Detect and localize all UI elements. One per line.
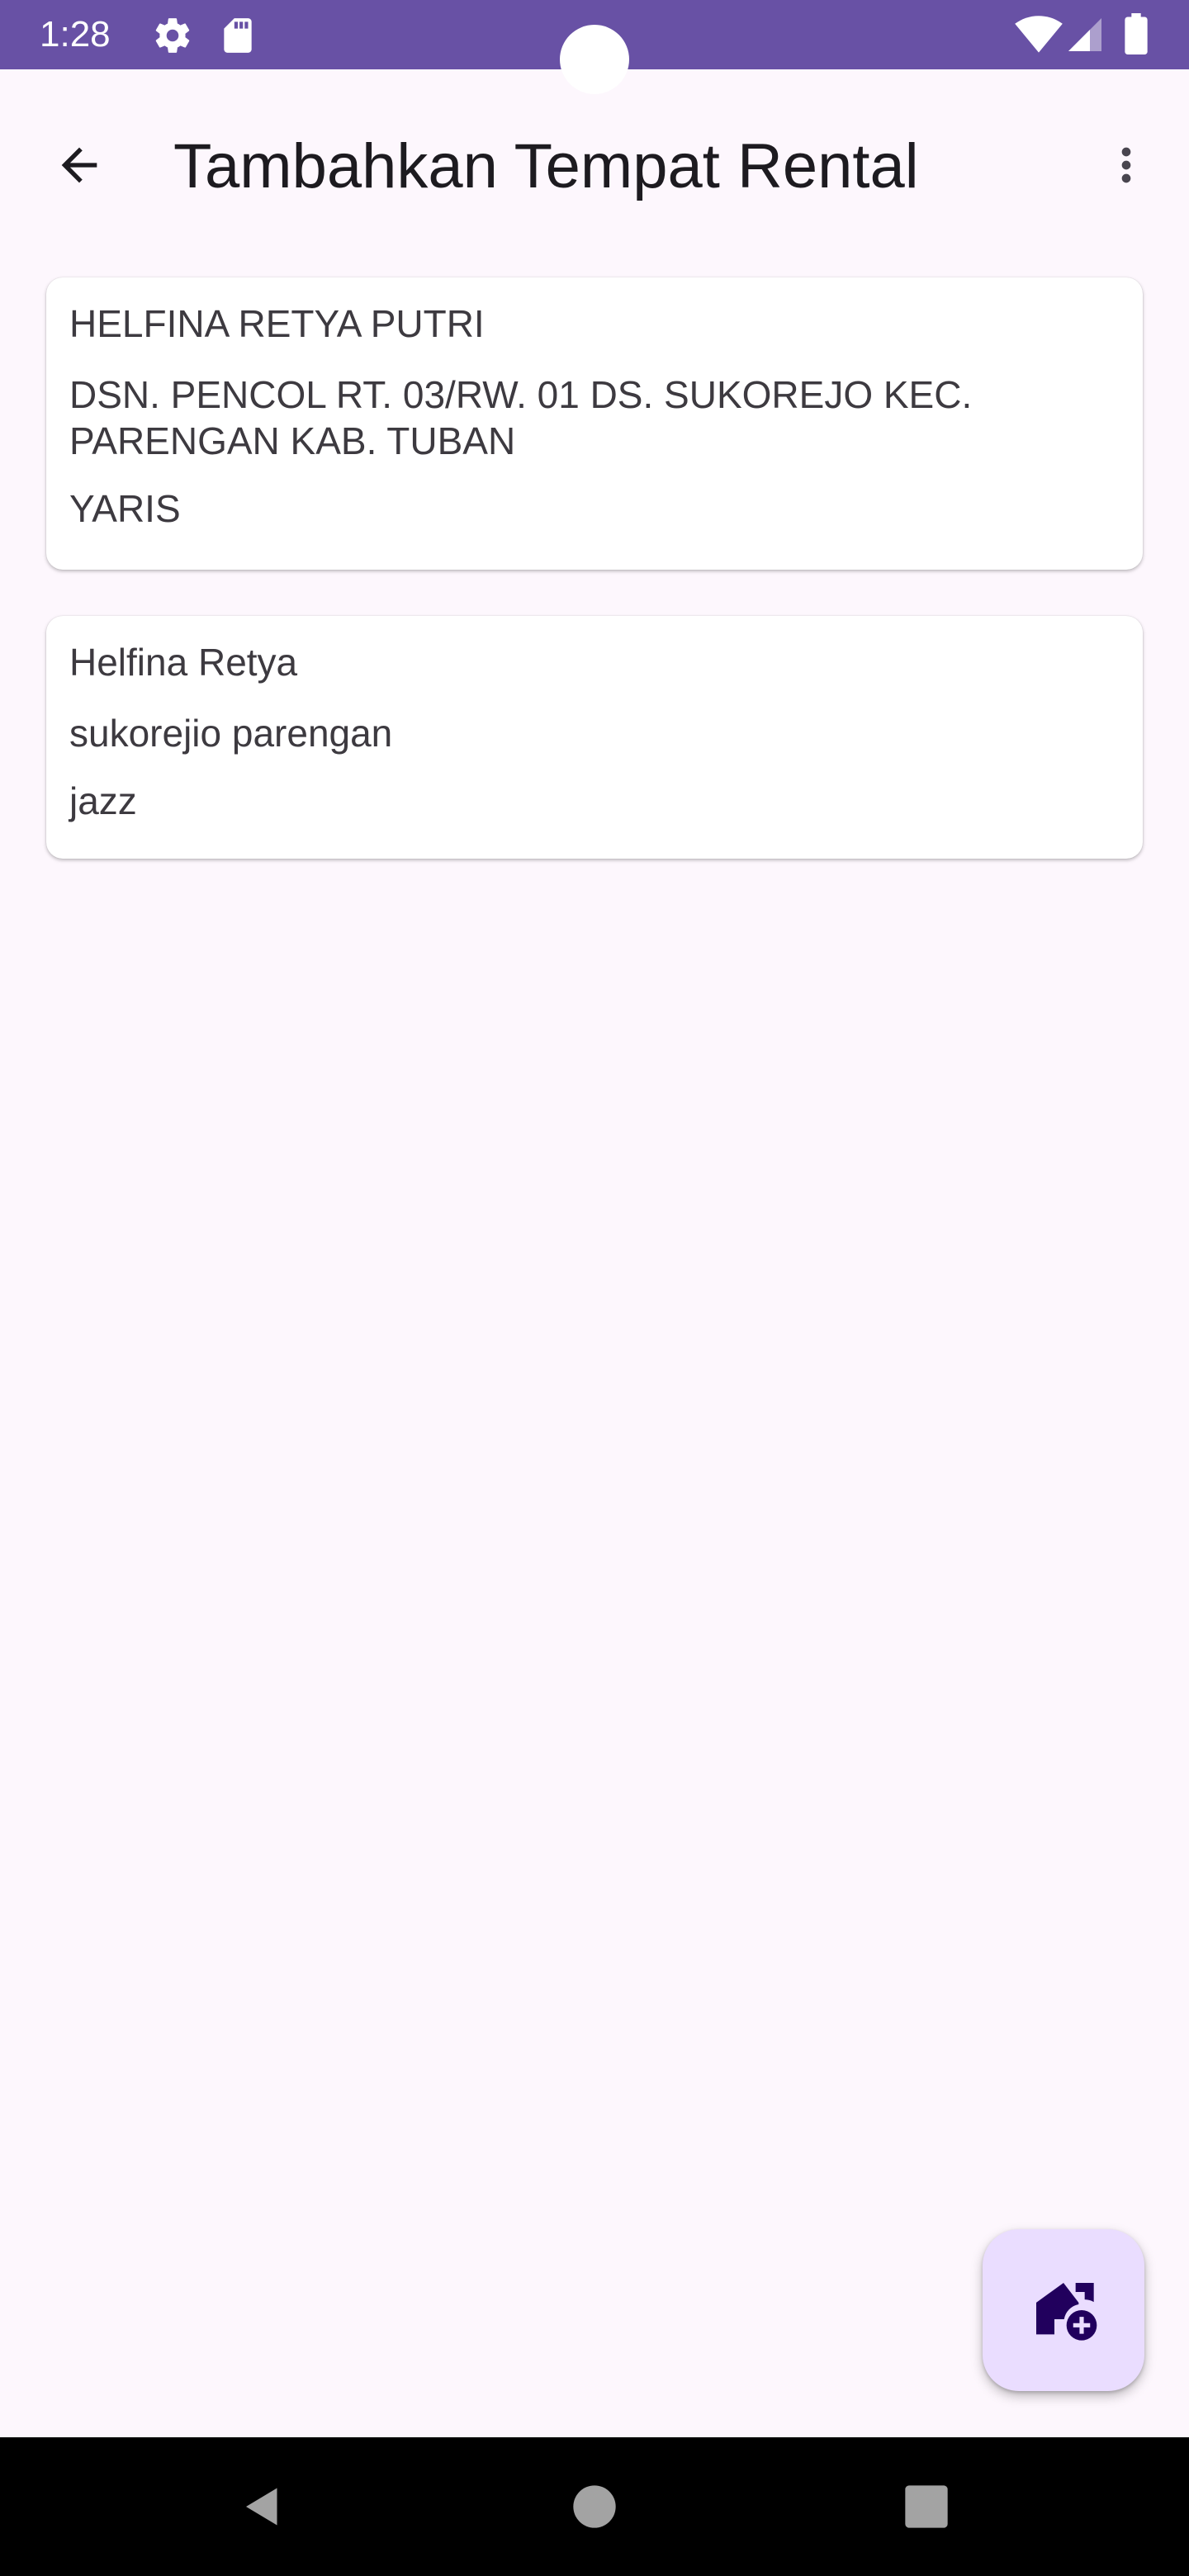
more-options-button[interactable]: [1083, 119, 1169, 211]
app-bar: Tambahkan Tempat Rental: [0, 69, 1189, 254]
add-home-icon: [1036, 2283, 1097, 2341]
gear-icon: [155, 18, 190, 53]
more-vert-icon: [1121, 147, 1131, 183]
back-button[interactable]: [33, 119, 126, 211]
rental-car: jazz: [69, 779, 137, 822]
nav-recents-icon: [905, 2485, 948, 2528]
nav-back-button[interactable]: [233, 2477, 292, 2536]
battery-icon: [1125, 13, 1148, 54]
nav-recents-button[interactable]: [897, 2477, 956, 2536]
rental-owner-name: HELFINA RETYA PUTRI: [69, 302, 485, 345]
navigation-bar: [0, 2437, 1189, 2576]
nav-back-icon: [246, 2488, 277, 2526]
arrow-back-icon: [61, 147, 97, 183]
nav-home-icon: [573, 2485, 616, 2528]
signal-icon: [1068, 18, 1101, 51]
status-bar: 1:28: [0, 0, 1189, 94]
wifi-icon: [1015, 16, 1063, 53]
rental-address: sukorejio parengan: [69, 712, 393, 755]
add-rental-fab[interactable]: [983, 2229, 1144, 2391]
nav-home-button[interactable]: [565, 2477, 624, 2536]
sd-card-icon: [224, 18, 252, 53]
rental-car: YARIS: [69, 487, 181, 530]
rental-card[interactable]: HELFINA RETYA PUTRI DSN. PENCOL RT. 03/R…: [46, 277, 1143, 570]
page-title: Tambahkan Tempat Rental: [173, 131, 919, 201]
status-time: 1:28: [40, 14, 111, 54]
rental-owner-name: Helfina Retya: [69, 641, 298, 684]
rental-card[interactable]: Helfina Retya sukorejio parengan jazz: [46, 616, 1143, 859]
rental-address: DSN. PENCOL RT. 03/RW. 01 DS. SUKOREJO K…: [69, 373, 973, 462]
